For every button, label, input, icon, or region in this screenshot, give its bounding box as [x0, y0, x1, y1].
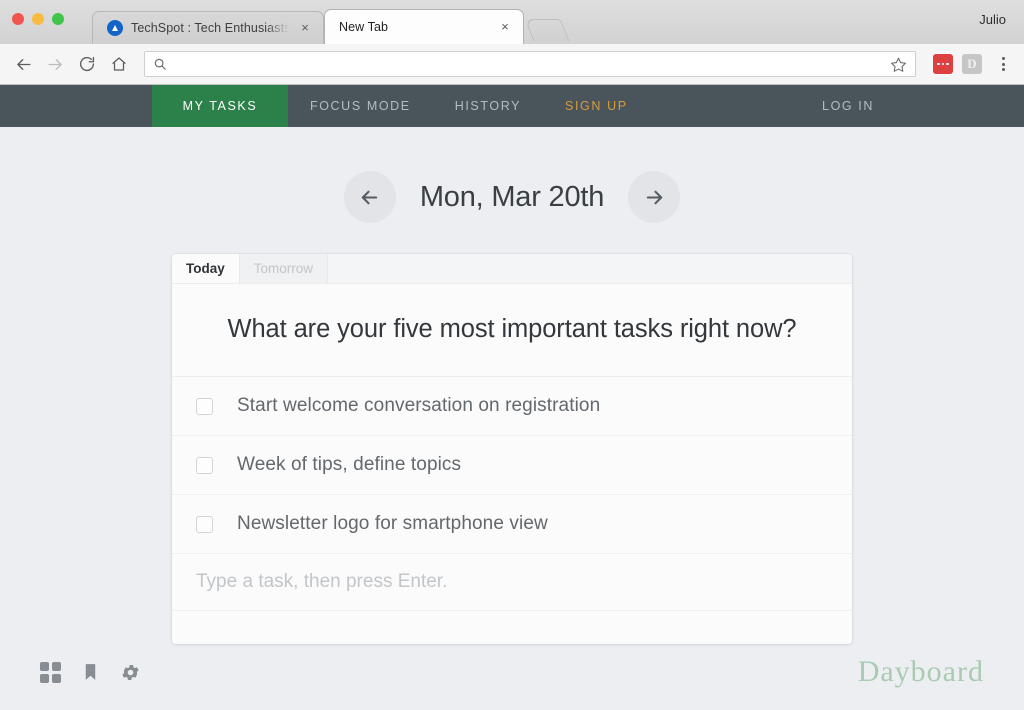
task-checkbox[interactable] [196, 397, 213, 415]
task-label: Week of tips, define topics [237, 454, 462, 475]
footer-icons [40, 661, 141, 683]
date-header: Mon, Mar 20th [0, 171, 1024, 223]
page-footer: Dayboard [0, 652, 1024, 692]
grid-icon[interactable] [40, 661, 61, 683]
next-day-button[interactable] [628, 171, 681, 223]
tab-today[interactable]: Today [172, 254, 239, 283]
table-row[interactable]: Start welcome conversation on registrati… [172, 377, 852, 436]
site-nav: MY TASKS FOCUS MODE HISTORY SIGN UP LOG … [0, 85, 1024, 127]
nav-item-focus-mode[interactable]: FOCUS MODE [288, 85, 433, 127]
dayboard-logo: Dayboard [857, 655, 984, 688]
lastpass-extension-icon[interactable] [933, 54, 953, 74]
browser-tab-title: TechSpot : Tech Enthusiasts, F [131, 21, 289, 35]
browser-tab-techspot[interactable]: TechSpot : Tech Enthusiasts, F × [92, 11, 324, 44]
three-dot-menu-icon[interactable] [990, 51, 1016, 77]
nav-item-my-tasks[interactable]: MY TASKS [152, 85, 288, 127]
site-nav-inner: MY TASKS FOCUS MODE HISTORY SIGN UP LOG … [152, 85, 896, 127]
reload-icon[interactable] [72, 49, 102, 79]
close-icon[interactable]: × [297, 20, 313, 36]
close-icon[interactable]: × [497, 19, 513, 35]
bookmark-icon[interactable] [81, 661, 100, 683]
close-window-button[interactable] [12, 13, 24, 25]
browser-toolbar: D [0, 44, 1024, 85]
window-controls [12, 13, 64, 25]
browser-tab-title: New Tab [339, 20, 389, 34]
nav-item-history[interactable]: HISTORY [433, 85, 543, 127]
browser-tabstrip: TechSpot : Tech Enthusiasts, F × New Tab… [0, 0, 1024, 44]
table-row[interactable]: Newsletter logo for smartphone view [172, 495, 852, 554]
new-task-input[interactable] [196, 571, 828, 593]
search-icon [153, 57, 167, 71]
card-footer-pad [172, 611, 852, 644]
forward-arrow-icon [40, 49, 70, 79]
nav-item-sign-up[interactable]: SIGN UP [543, 85, 650, 127]
page-content: MY TASKS FOCUS MODE HISTORY SIGN UP LOG … [0, 85, 1024, 710]
star-icon[interactable] [890, 56, 907, 73]
task-label: Start welcome conversation on registrati… [237, 395, 601, 416]
profile-name[interactable]: Julio [979, 12, 1006, 27]
gear-icon[interactable] [120, 662, 141, 683]
new-tab-button[interactable] [524, 19, 570, 41]
nav-item-log-in[interactable]: LOG IN [800, 85, 896, 127]
tabs-area: TechSpot : Tech Enthusiasts, F × New Tab… [92, 0, 570, 44]
task-checkbox[interactable] [196, 456, 213, 474]
card-tab-bar-filler [328, 254, 852, 283]
card-tab-bar: Today Tomorrow [172, 254, 852, 284]
browser-tab-new-tab[interactable]: New Tab × [324, 9, 524, 44]
dayboard-extension-icon[interactable]: D [962, 54, 982, 74]
task-label: Newsletter logo for smartphone view [237, 513, 548, 534]
browser-window: TechSpot : Tech Enthusiasts, F × New Tab… [0, 0, 1024, 710]
current-date-label: Mon, Mar 20th [419, 180, 605, 213]
minimize-window-button[interactable] [32, 13, 44, 25]
card-question: What are your five most important tasks … [172, 284, 852, 377]
new-task-row[interactable] [172, 554, 852, 611]
task-checkbox[interactable] [196, 515, 213, 533]
techspot-circle-icon [107, 20, 123, 36]
address-bar[interactable] [144, 51, 916, 77]
tasks-card: Today Tomorrow What are your five most i… [172, 254, 852, 644]
tab-tomorrow[interactable]: Tomorrow [238, 254, 329, 283]
back-arrow-icon[interactable] [8, 49, 38, 79]
table-row[interactable]: Week of tips, define topics [172, 436, 852, 495]
previous-day-button[interactable] [343, 171, 396, 223]
home-icon[interactable] [104, 49, 134, 79]
zoom-window-button[interactable] [52, 13, 64, 25]
